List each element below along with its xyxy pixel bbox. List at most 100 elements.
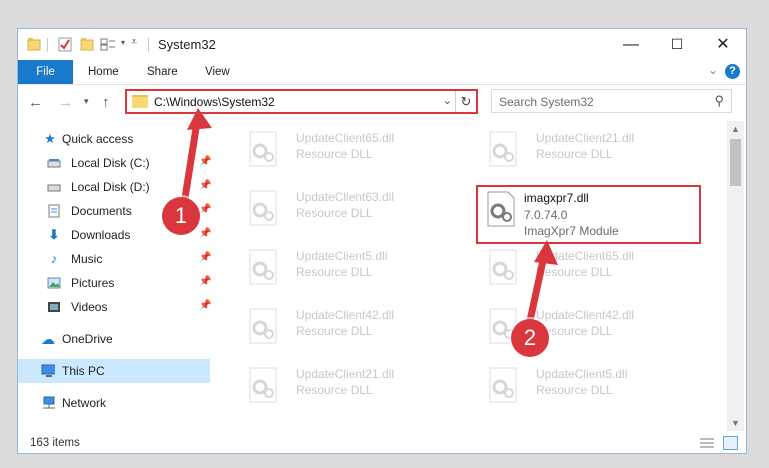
properties-icon[interactable] bbox=[58, 37, 72, 52]
sidebar-item-music[interactable]: ♪ Music 📌 bbox=[18, 247, 212, 271]
search-placeholder: Search System32 bbox=[499, 95, 594, 109]
sidebar-item-label: Downloads bbox=[71, 228, 131, 242]
sidebar-item-this-pc[interactable]: This PC bbox=[18, 359, 210, 383]
up-arrow-icon[interactable]: ↑ bbox=[102, 94, 110, 111]
scroll-thumb[interactable] bbox=[730, 139, 741, 186]
pin-icon[interactable]: 📌 bbox=[199, 300, 211, 311]
forward-arrow-icon[interactable]: → bbox=[58, 94, 73, 111]
ribbon-tabs: File Home Share View ⌄ ? bbox=[18, 60, 746, 85]
sidebar-item-local-disk-d[interactable]: Local Disk (D:) 📌 bbox=[18, 175, 211, 199]
tab-share[interactable]: Share bbox=[147, 60, 178, 84]
sidebar-item-label: Local Disk (D:) bbox=[71, 180, 150, 194]
list-item[interactable]: UpdateClient42.dll Resource DLL bbox=[236, 302, 456, 352]
sidebar-item-label: Network bbox=[62, 396, 107, 410]
pin-icon[interactable]: 📌 bbox=[199, 204, 211, 215]
highlighted-file-imagxpr7[interactable]: imagxpr7.dll 7.0.74.0 ImagXpr7 Module bbox=[476, 185, 701, 244]
sidebar-item-quick-access[interactable]: ★ Quick access bbox=[18, 127, 210, 151]
customize-toolbar-icon[interactable]: ⩡ bbox=[131, 36, 137, 49]
dll-gear-icon bbox=[487, 191, 515, 227]
sidebar-item-label: Music bbox=[71, 252, 103, 266]
pin-icon[interactable]: 📌 bbox=[199, 180, 211, 191]
sidebar-item-onedrive[interactable]: ☁ OneDrive bbox=[18, 327, 210, 351]
refresh-icon: ↻ bbox=[460, 94, 472, 109]
window-title: System32 bbox=[158, 37, 216, 52]
scroll-down-icon[interactable]: ▼ bbox=[727, 415, 744, 431]
file-name: UpdateClient5.dll bbox=[296, 249, 388, 263]
vertical-scrollbar[interactable]: ▲ ▼ bbox=[727, 121, 744, 431]
file-name: UpdateClient42.dll bbox=[296, 308, 395, 322]
qa-dropdown-icon[interactable]: ▾ bbox=[121, 38, 125, 47]
file-name: UpdateClient21.dll bbox=[296, 367, 395, 381]
tab-home[interactable]: Home bbox=[88, 60, 119, 84]
list-item[interactable]: UpdateClient21.dll Resource DLL bbox=[236, 361, 456, 411]
documents-icon bbox=[48, 204, 60, 218]
tab-file[interactable]: File bbox=[18, 60, 73, 84]
file-description: Resource DLL bbox=[536, 265, 613, 279]
dll-gear-icon bbox=[489, 249, 517, 285]
file-name: UpdateClient21.dll bbox=[536, 131, 635, 145]
file-description: Resource DLL bbox=[296, 324, 373, 338]
scroll-up-icon[interactable]: ▲ bbox=[727, 121, 744, 137]
sidebar-item-label: OneDrive bbox=[62, 332, 113, 346]
address-bar[interactable]: C:\Windows\System32 ⌄ ↻ bbox=[125, 89, 478, 114]
customize-icon[interactable] bbox=[100, 37, 116, 52]
videos-icon bbox=[48, 302, 60, 312]
list-item[interactable]: UpdateClient21.dll Resource DLL bbox=[476, 125, 696, 175]
minimize-button[interactable]: — bbox=[608, 29, 654, 60]
close-button[interactable]: ✕ bbox=[700, 29, 746, 60]
pin-icon[interactable]: 📌 bbox=[199, 276, 211, 287]
divider bbox=[47, 38, 48, 52]
pin-icon[interactable]: 📌 bbox=[199, 252, 211, 263]
pin-icon[interactable]: 📌 bbox=[199, 228, 211, 239]
file-name: UpdateClient65.dll bbox=[536, 249, 635, 263]
file-name: UpdateClient42.dll bbox=[536, 308, 635, 322]
recent-locations-icon[interactable]: ▾ bbox=[84, 96, 89, 107]
monitor-icon bbox=[41, 364, 55, 377]
tiles-view-icon[interactable] bbox=[723, 436, 738, 450]
details-view-icon[interactable] bbox=[700, 437, 714, 449]
music-note-icon: ♪ bbox=[50, 251, 58, 266]
navigation-pane: ★ Quick access Local Disk (C:) 📌 Local D… bbox=[18, 124, 212, 424]
expand-ribbon-icon[interactable]: ⌄ bbox=[708, 63, 718, 77]
tab-view[interactable]: View bbox=[205, 60, 230, 84]
help-button[interactable]: ? bbox=[725, 64, 740, 79]
dll-gear-icon bbox=[249, 249, 277, 285]
explorer-window: ▾ ⩡ System32 — ☐ ✕ File Home Share View … bbox=[17, 28, 747, 454]
search-icon[interactable]: ⚲ bbox=[714, 93, 724, 109]
sidebar-item-videos[interactable]: Videos 📌 bbox=[18, 295, 211, 319]
list-item[interactable]: UpdateClient5.dll Resource DLL bbox=[236, 243, 456, 293]
sidebar-item-network[interactable]: Network bbox=[18, 391, 210, 415]
address-dropdown-icon[interactable]: ⌄ bbox=[443, 94, 452, 107]
sidebar-item-local-disk-c[interactable]: Local Disk (C:) 📌 bbox=[18, 151, 211, 175]
dll-gear-icon bbox=[249, 131, 277, 167]
file-description: Resource DLL bbox=[296, 265, 373, 279]
address-path[interactable]: C:\Windows\System32 bbox=[154, 95, 275, 109]
sidebar-item-pictures[interactable]: Pictures 📌 bbox=[18, 271, 211, 295]
dll-gear-icon bbox=[489, 367, 517, 403]
download-arrow-icon: ⬇ bbox=[48, 227, 60, 242]
list-item[interactable]: UpdateClient42.dll Resource DLL bbox=[476, 302, 696, 352]
file-description: Resource DLL bbox=[536, 147, 613, 161]
cloud-icon: ☁ bbox=[41, 331, 55, 347]
maximize-button[interactable]: ☐ bbox=[654, 29, 700, 60]
file-description: Resource DLL bbox=[296, 147, 373, 161]
file-version: 7.0.74.0 bbox=[524, 208, 568, 222]
sidebar-item-label: Videos bbox=[71, 300, 108, 314]
sidebar-item-label: This PC bbox=[62, 364, 105, 378]
refresh-button[interactable]: ↻ bbox=[455, 91, 476, 112]
back-arrow-icon[interactable]: ← bbox=[28, 94, 43, 111]
divider bbox=[148, 38, 149, 52]
list-item[interactable]: UpdateClient63.dll Resource DLL bbox=[236, 184, 456, 234]
pin-icon[interactable]: 📌 bbox=[199, 156, 211, 167]
search-input[interactable]: Search System32 ⚲ bbox=[491, 89, 732, 113]
file-name: UpdateClient65.dll bbox=[296, 131, 395, 145]
list-item[interactable]: UpdateClient65.dll Resource DLL bbox=[476, 243, 696, 293]
sidebar-item-label: Local Disk (C:) bbox=[71, 156, 150, 170]
folder-icon bbox=[132, 95, 148, 108]
file-list: UpdateClient65.dll Resource DLL UpdateCl… bbox=[225, 121, 725, 427]
list-item[interactable]: UpdateClient5.dll Resource DLL bbox=[476, 361, 696, 411]
file-name: imagxpr7.dll bbox=[524, 191, 589, 205]
list-item[interactable]: UpdateClient65.dll Resource DLL bbox=[236, 125, 456, 175]
close-icon: ✕ bbox=[716, 36, 730, 53]
new-folder-icon[interactable] bbox=[80, 37, 94, 52]
